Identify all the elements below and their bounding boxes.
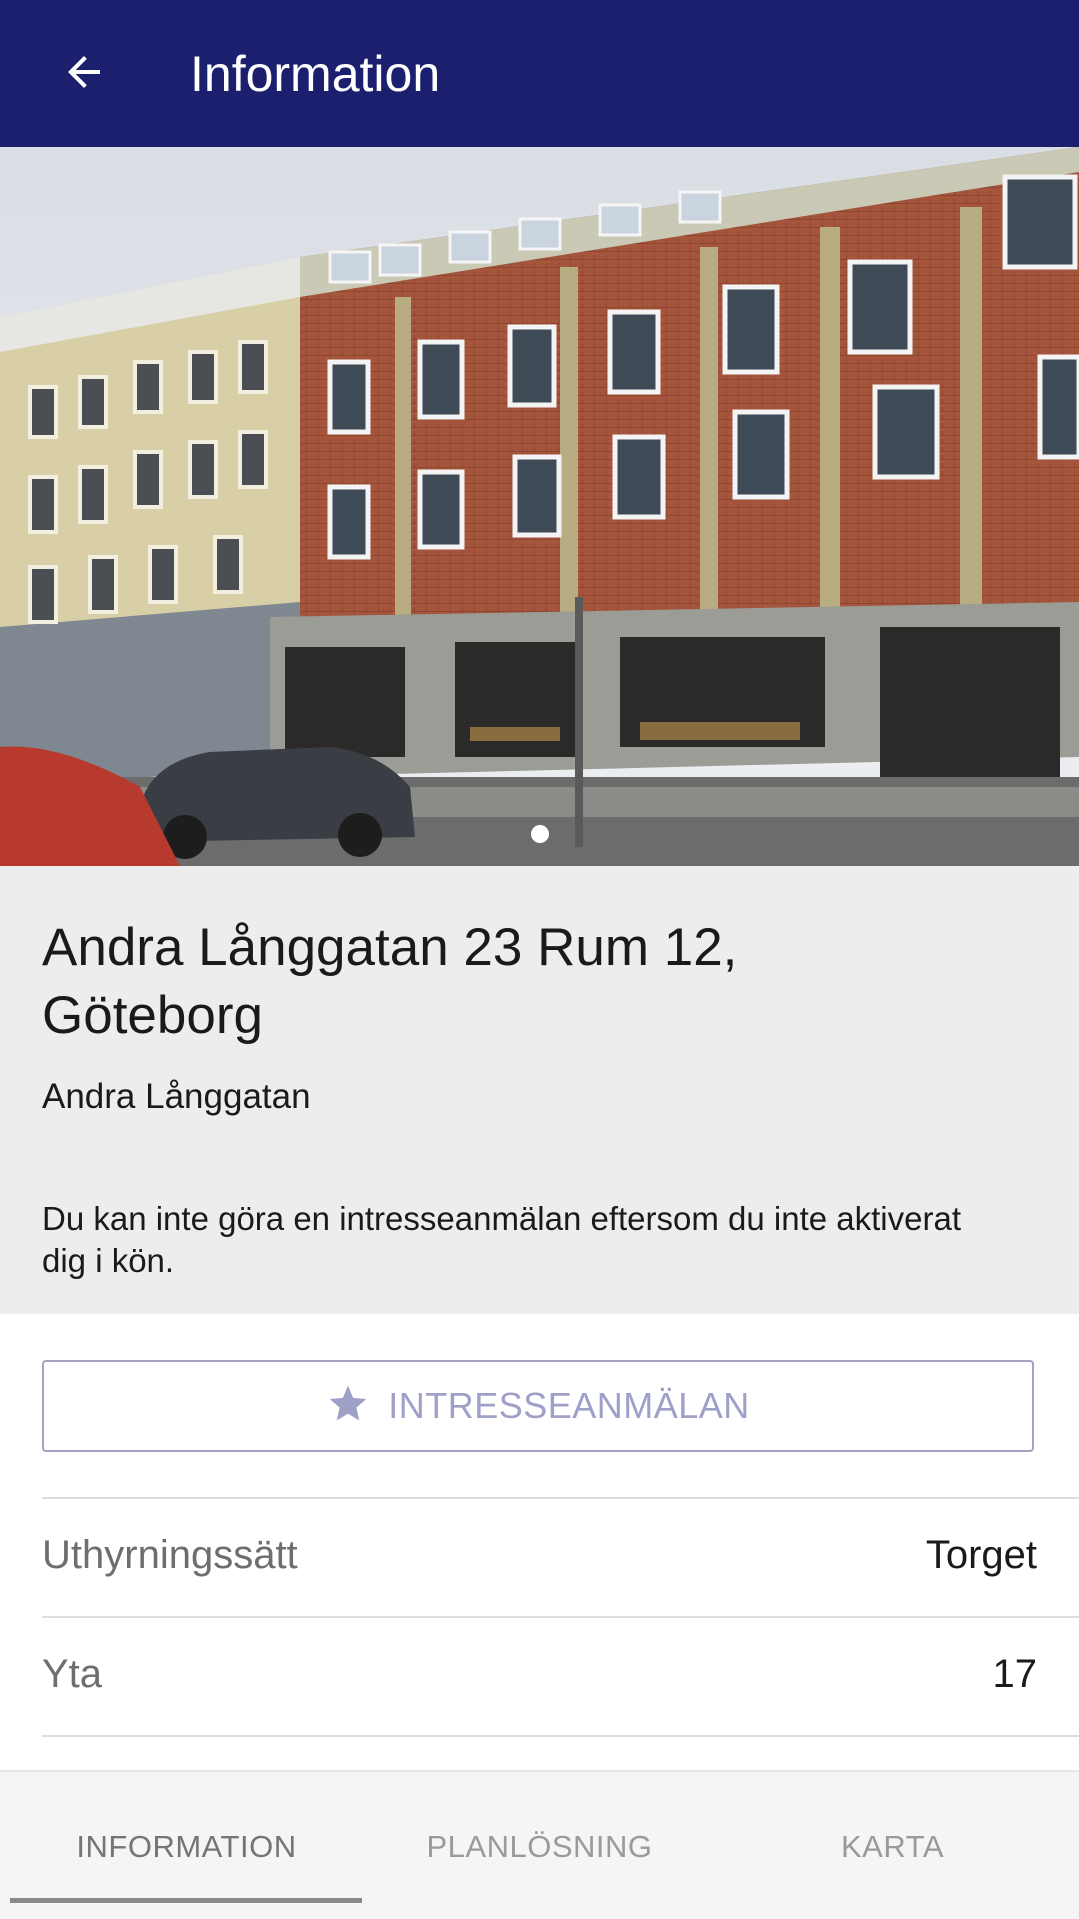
star-icon <box>326 1382 370 1431</box>
detail-value-area: 17 <box>992 1652 1038 1696</box>
carousel-dot-active <box>531 825 549 843</box>
arrow-left-icon <box>60 48 108 101</box>
tab-floor-plan[interactable]: PLANLÖSNING <box>360 1772 719 1919</box>
top-app-bar: Information <box>0 0 1079 147</box>
app-root: Information Andra Långgatan 23 Rum 12, G… <box>0 0 1079 1919</box>
listing-area: Andra Långgatan <box>42 1077 311 1116</box>
listing-photo[interactable] <box>0 147 1079 866</box>
queue-notice: Du kan inte göra en intresseanmälan efte… <box>42 1200 962 1279</box>
row-divider <box>42 1735 1079 1737</box>
detail-label-area: Yta <box>42 1652 103 1696</box>
active-tab-indicator <box>10 1898 362 1903</box>
tab-map[interactable]: KARTA <box>713 1772 1072 1919</box>
row-divider <box>42 1616 1079 1618</box>
interest-button-label: INTRESSEANMÄLAN <box>388 1385 750 1426</box>
tab-information[interactable]: INFORMATION <box>7 1772 366 1919</box>
row-divider <box>42 1497 1079 1499</box>
page-title: Information <box>190 46 441 102</box>
listing-address: Andra Långgatan 23 Rum 12, Göteborg <box>42 918 738 1045</box>
detail-value-rental-method: Torget <box>925 1533 1037 1577</box>
bottom-tab-bar: INFORMATION PLANLÖSNING KARTA <box>0 1770 1079 1919</box>
interest-button[interactable]: INTRESSEANMÄLAN <box>42 1360 1034 1452</box>
back-button[interactable] <box>48 38 120 110</box>
detail-label-rental-method: Uthyrningssätt <box>42 1533 298 1577</box>
